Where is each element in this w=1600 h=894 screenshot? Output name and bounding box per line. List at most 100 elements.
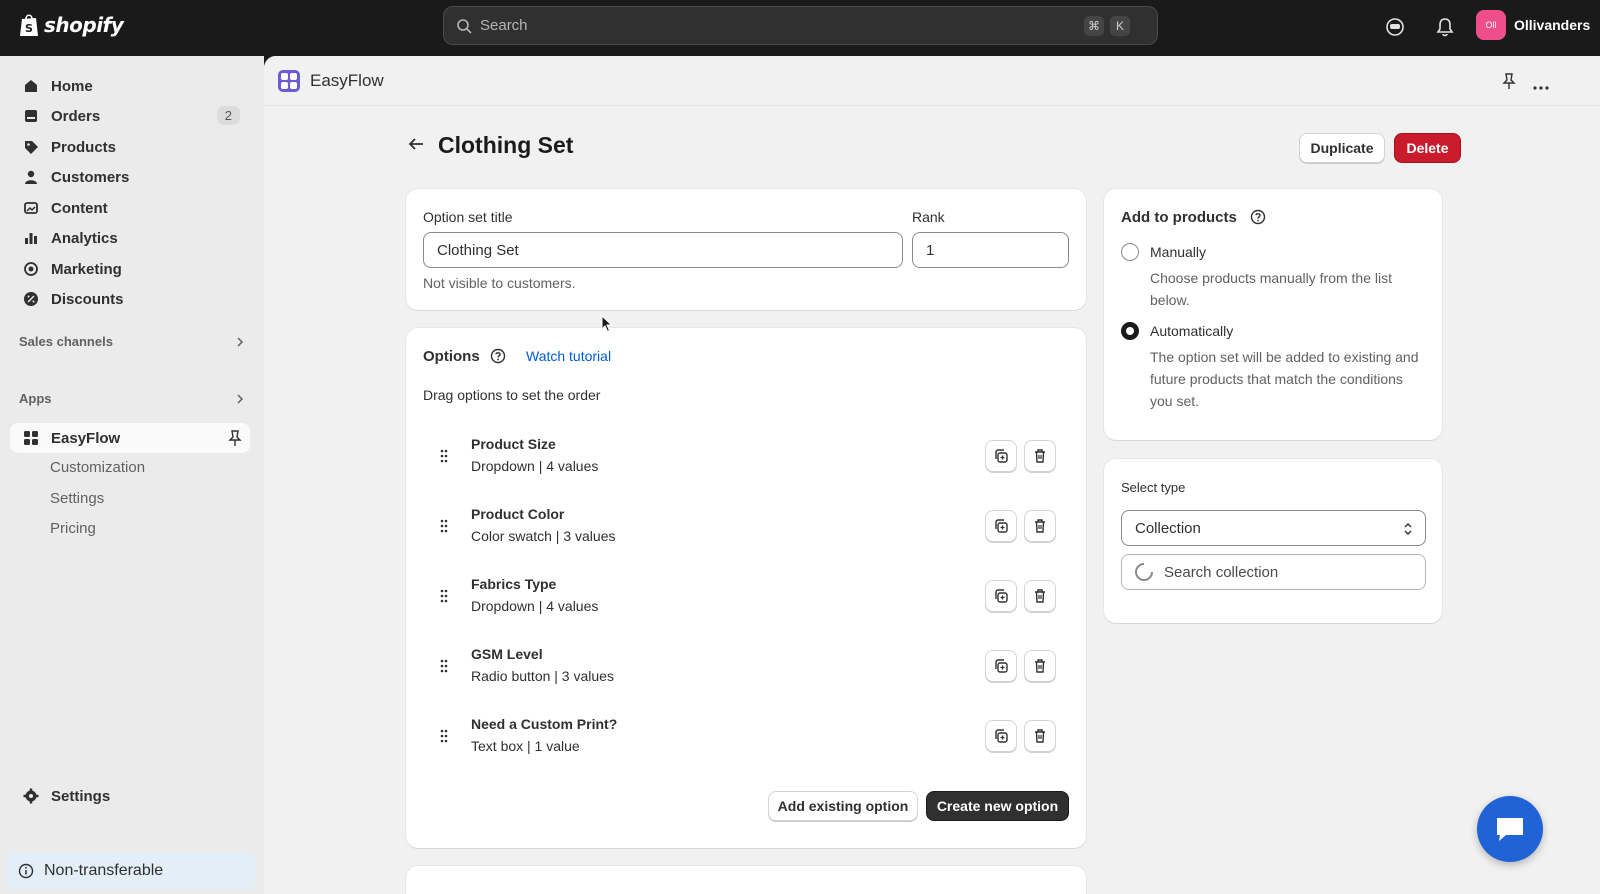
sidebar-section-apps[interactable]: Apps	[19, 391, 245, 406]
duplicate-option-button[interactable]	[985, 650, 1017, 682]
sidekick-icon[interactable]	[1384, 16, 1406, 38]
sidebar-item-analytics[interactable]: Analytics	[10, 223, 250, 253]
delete-option-button[interactable]	[1024, 440, 1056, 472]
sidebar-item-discounts[interactable]: Discounts	[10, 284, 250, 314]
tag-icon	[22, 138, 40, 156]
non-transferable-banner[interactable]: Non-transferable	[6, 852, 256, 890]
rank-label: Rank	[912, 209, 945, 225]
store-menu[interactable]: Oll Ollivanders	[1476, 10, 1590, 40]
search-bar[interactable]: Search ⌘ K	[443, 6, 1158, 45]
copy-icon	[995, 659, 1008, 673]
drag-handle-icon[interactable]	[439, 449, 449, 466]
manually-radio[interactable]	[1121, 243, 1139, 261]
sidebar-item-home[interactable]: Home	[10, 71, 250, 101]
apps-label: Apps	[19, 391, 52, 406]
select-type-card: Select type Collection Search collection	[1104, 459, 1442, 623]
option-row[interactable]: GSM Level Radio button | 3 values	[406, 633, 1086, 703]
option-row[interactable]: Fabrics Type Dropdown | 4 values	[406, 563, 1086, 633]
next-card	[406, 866, 1086, 894]
sidebar-section-sales-channels[interactable]: Sales channels	[19, 334, 245, 349]
shopify-logo[interactable]: S shopify	[18, 12, 124, 38]
search-collection-placeholder: Search collection	[1164, 563, 1279, 581]
duplicate-button[interactable]: Duplicate	[1299, 133, 1385, 163]
sidebar-subitem-pricing[interactable]: Pricing	[50, 520, 96, 537]
main-content: EasyFlow Clothing Set Duplicate Delete O…	[264, 56, 1600, 894]
info-icon	[18, 863, 34, 879]
option-name: Product Color	[471, 506, 565, 522]
sidebar-subitem-settings[interactable]: Settings	[50, 490, 104, 507]
orders-icon	[22, 107, 40, 125]
manually-label[interactable]: Manually	[1150, 244, 1206, 260]
automatically-description: The option set will be added to existing…	[1150, 349, 1419, 409]
home-icon	[22, 77, 40, 95]
option-name: GSM Level	[471, 646, 543, 662]
sidebar-item-customers[interactable]: Customers	[10, 162, 250, 192]
top-bar: S shopify Search ⌘ K Oll Ollivanders	[0, 0, 1600, 56]
pin-icon[interactable]	[228, 429, 242, 451]
help-icon[interactable]	[490, 348, 506, 367]
create-new-option-button[interactable]: Create new option	[926, 791, 1069, 821]
easyflow-logo-icon	[278, 69, 300, 92]
search-collection-input[interactable]: Search collection	[1121, 554, 1426, 590]
sidebar: Home Orders 2 Products Customers Content…	[0, 56, 264, 894]
delete-option-button[interactable]	[1024, 650, 1056, 682]
mouse-cursor-icon	[601, 314, 613, 336]
add-existing-option-button[interactable]: Add existing option	[768, 791, 918, 821]
drag-handle-icon[interactable]	[439, 519, 449, 536]
discount-icon	[22, 290, 40, 308]
sidebar-subitem-customization[interactable]: Customization	[50, 459, 145, 476]
delete-button[interactable]: Delete	[1394, 133, 1461, 163]
option-meta: Dropdown | 4 values	[471, 598, 599, 614]
option-name: Need a Custom Print?	[471, 716, 618, 732]
chevron-right-icon	[237, 336, 244, 347]
delete-option-button[interactable]	[1024, 510, 1056, 542]
sidebar-item-settings[interactable]: Settings	[10, 781, 250, 811]
option-row[interactable]: Need a Custom Print? Text box | 1 value	[406, 703, 1086, 773]
sidebar-item-label: Analytics	[51, 229, 118, 247]
delete-option-button[interactable]	[1024, 720, 1056, 752]
duplicate-option-button[interactable]	[985, 720, 1017, 752]
title-hint: Not visible to customers.	[423, 275, 576, 291]
watch-tutorial-link[interactable]: Watch tutorial	[526, 348, 611, 364]
trash-icon	[1035, 589, 1045, 603]
chat-support-button[interactable]	[1477, 796, 1543, 862]
select-chevron-icon	[1403, 521, 1413, 541]
copy-icon	[995, 729, 1008, 743]
delete-option-button[interactable]	[1024, 580, 1056, 612]
automatically-radio[interactable]	[1121, 322, 1139, 340]
chevron-right-icon	[237, 393, 244, 404]
duplicate-option-button[interactable]	[985, 440, 1017, 472]
sidebar-item-label: Orders	[51, 107, 101, 125]
sidebar-item-orders[interactable]: Orders 2	[10, 101, 250, 131]
store-name: Ollivanders	[1514, 17, 1591, 33]
option-row[interactable]: Product Size Dropdown | 4 values	[406, 423, 1086, 493]
sidebar-item-content[interactable]: Content	[10, 193, 250, 223]
bell-icon[interactable]	[1434, 16, 1456, 38]
select-type-dropdown[interactable]: Collection	[1121, 510, 1426, 546]
duplicate-option-button[interactable]	[985, 580, 1017, 612]
copy-icon	[995, 449, 1008, 463]
pin-icon[interactable]	[1502, 72, 1516, 93]
drag-handle-icon[interactable]	[439, 729, 449, 746]
shortcut-k-key: K	[1110, 16, 1130, 36]
back-arrow-icon[interactable]	[406, 134, 426, 157]
drag-handle-icon[interactable]	[439, 659, 449, 676]
trash-icon	[1035, 729, 1045, 743]
automatically-label[interactable]: Automatically	[1150, 323, 1233, 339]
search-icon	[457, 18, 472, 34]
sidebar-item-easyflow[interactable]: EasyFlow	[10, 423, 250, 453]
drag-handle-icon[interactable]	[439, 589, 449, 606]
sidebar-item-marketing[interactable]: Marketing	[10, 254, 250, 284]
rank-input[interactable]: 1	[912, 232, 1069, 268]
option-set-title-card: Option set title Clothing Set Rank 1 Not…	[406, 189, 1086, 310]
option-row[interactable]: Product Color Color swatch | 3 values	[406, 493, 1086, 563]
manually-description: Choose products manually from the list b…	[1150, 270, 1392, 308]
option-set-title-input[interactable]: Clothing Set	[423, 232, 903, 268]
help-icon[interactable]	[1250, 209, 1266, 228]
orders-count-badge: 2	[216, 106, 240, 125]
trash-icon	[1035, 449, 1045, 463]
sidebar-item-label: Discounts	[51, 290, 124, 308]
sidebar-item-products[interactable]: Products	[10, 132, 250, 162]
more-options-icon[interactable]	[1532, 78, 1550, 94]
duplicate-option-button[interactable]	[985, 510, 1017, 542]
